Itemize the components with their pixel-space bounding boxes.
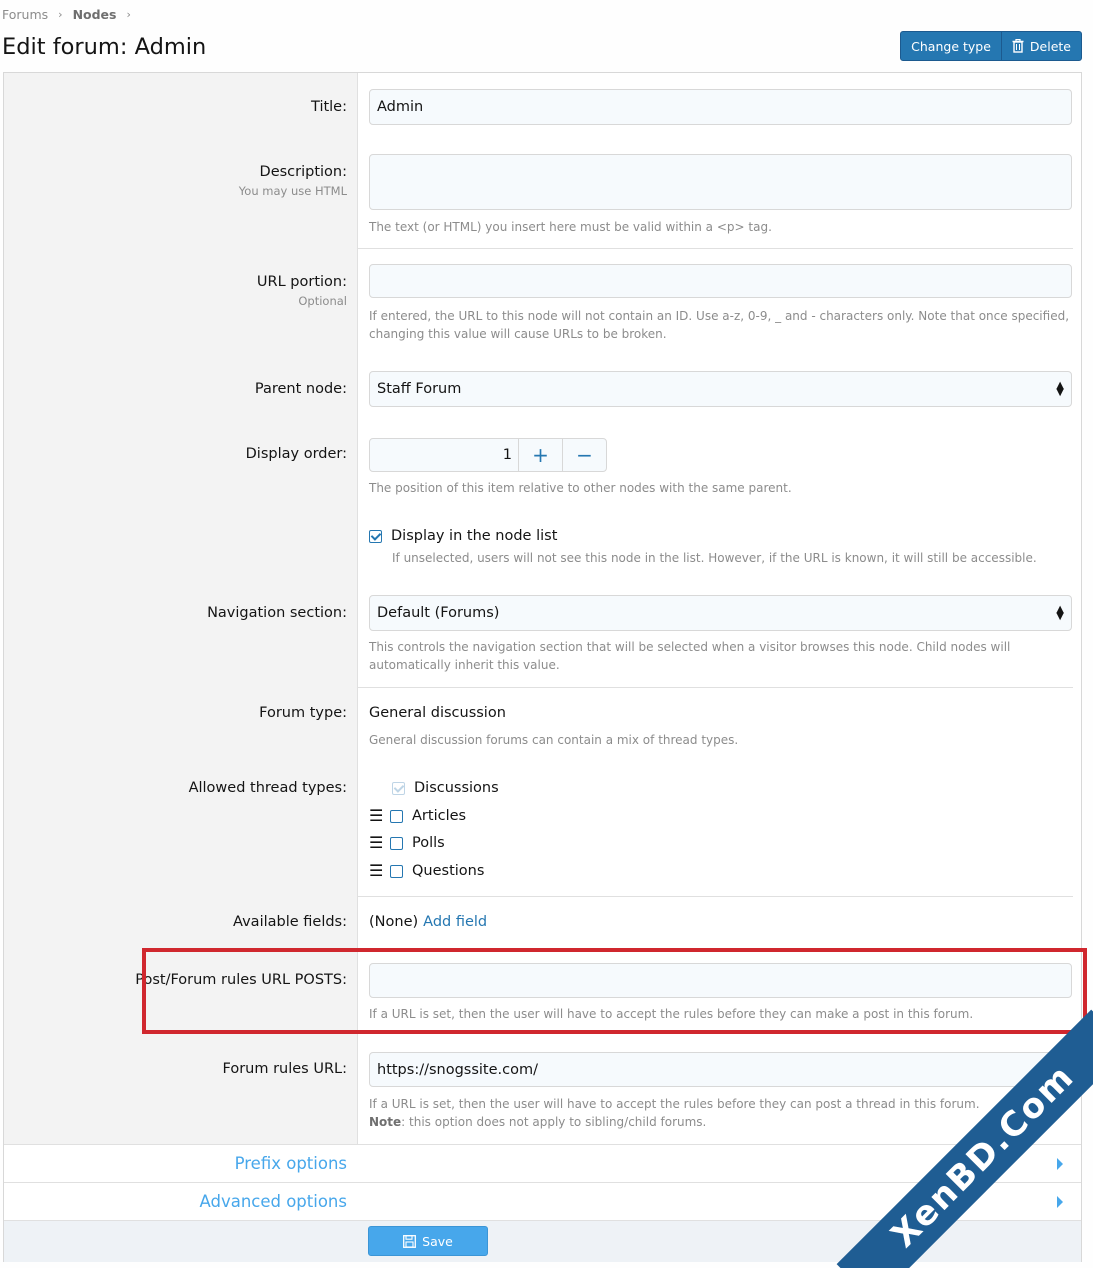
checkbox-icon <box>390 864 403 878</box>
forum-rules-input[interactable]: https://snogssite.com/ <box>369 1052 1072 1087</box>
post-rules-label: Post/Forum rules URL POSTS: <box>135 972 347 988</box>
checkbox-disabled-icon <box>392 781 405 795</box>
navigation-explain: This controls the navigation section tha… <box>369 640 1011 672</box>
prefix-options-label: Prefix options <box>234 1154 347 1173</box>
thread-type-polls[interactable]: ☰ Polls <box>369 835 445 852</box>
url-portion-explain: If entered, the URL to this node will no… <box>369 309 1070 341</box>
available-fields-value: (None) Add field <box>369 914 487 930</box>
display-order-stepper: 1 + − <box>369 438 607 472</box>
display-in-list-label: Display in the node list <box>391 528 558 544</box>
delete-label: Delete <box>1029 38 1071 54</box>
caret-right-icon <box>1057 1196 1063 1208</box>
parent-node-value: Staff Forum <box>377 381 462 397</box>
caret-right-icon <box>1057 1158 1063 1170</box>
checkbox-checked-icon <box>369 529 382 543</box>
navigation-value: Default (Forums) <box>377 605 500 621</box>
thread-type-label: Articles <box>412 808 467 824</box>
prefix-options-toggle[interactable]: Prefix options <box>4 1144 1081 1182</box>
drag-handle-icon[interactable]: ☰ <box>369 808 383 824</box>
available-fields-none: (None) <box>369 914 419 930</box>
divider <box>358 896 1073 897</box>
display-order-label: Display order: <box>245 446 347 462</box>
forum-rules-explain: If a URL is set, then the user will have… <box>369 1095 1074 1131</box>
parent-node-select[interactable]: Staff Forum ▲ ▼ <box>369 371 1072 407</box>
checkbox-icon <box>390 836 403 850</box>
thread-type-label: Polls <box>412 835 445 851</box>
forum-rules-label: Forum rules URL: <box>222 1061 348 1077</box>
title-value: Admin <box>377 99 424 115</box>
divider <box>358 687 1073 688</box>
change-type-label: Change type <box>911 38 991 54</box>
forum-type-explain: General discussion forums can contain a … <box>369 733 739 747</box>
trash-icon <box>1012 39 1024 53</box>
thread-type-questions[interactable]: ☰ Questions <box>369 863 485 880</box>
navigation-select[interactable]: Default (Forums) ▲ ▼ <box>369 595 1072 631</box>
breadcrumb-forums[interactable]: Forums <box>2 7 48 22</box>
display-order-input[interactable]: 1 <box>370 439 518 471</box>
parent-node-label: Parent node: <box>254 381 347 397</box>
thread-type-label: Discussions <box>414 780 499 796</box>
checkbox-icon <box>390 809 403 823</box>
add-field-link[interactable]: Add field <box>423 914 487 930</box>
increment-button[interactable]: + <box>518 439 562 471</box>
display-in-list-checkbox[interactable]: Display in the node list <box>369 528 557 544</box>
forum-rules-value: https://snogssite.com/ <box>377 1061 539 1078</box>
url-portion-label-text: URL portion: <box>256 274 347 290</box>
save-icon <box>403 1234 417 1248</box>
breadcrumb: Forums › Nodes › <box>2 7 141 22</box>
display-in-list-explain: If unselected, users will not see this n… <box>392 551 1037 565</box>
forum-rules-explain-text: If a URL is set, then the user will have… <box>369 1097 980 1111</box>
forum-type-value: General discussion <box>369 705 506 721</box>
description-explain: The text (or HTML) you insert here must … <box>369 220 772 234</box>
drag-handle-icon[interactable]: ☰ <box>369 835 383 851</box>
description-label: Description: You may use HTML <box>239 164 347 198</box>
breadcrumb-nodes[interactable]: Nodes <box>73 7 117 22</box>
action-buttons: Change type Delete <box>900 31 1082 61</box>
chevron-right-icon: › <box>126 8 131 21</box>
delete-button[interactable]: Delete <box>1000 32 1081 60</box>
select-arrows-icon: ▲ ▼ <box>1056 380 1064 398</box>
url-portion-hint: Optional <box>298 294 347 308</box>
drag-handle-icon[interactable]: ☰ <box>369 863 383 879</box>
page: Forums › Nodes › Edit forum: Admin Chang… <box>0 0 1093 1268</box>
forum-rules-note: : this option does not apply to sibling/… <box>401 1115 707 1129</box>
title-input[interactable]: Admin <box>369 89 1072 125</box>
title-label: Title: <box>311 99 347 115</box>
thread-types-label: Allowed thread types: <box>188 780 347 796</box>
change-type-button[interactable]: Change type <box>901 32 1001 60</box>
save-button[interactable]: Save <box>368 1226 488 1256</box>
url-portion-input[interactable] <box>369 264 1072 298</box>
edit-forum-form: Title: Admin Description: You may use HTM… <box>3 72 1082 1262</box>
post-rules-explain: If a URL is set, then the user will have… <box>369 1007 974 1021</box>
save-label: Save <box>422 1233 453 1249</box>
decrement-button[interactable]: − <box>562 439 606 471</box>
forum-type-label: Forum type: <box>259 705 347 721</box>
post-rules-input[interactable] <box>369 963 1072 998</box>
chevron-right-icon: › <box>58 8 63 21</box>
select-arrows-icon: ▲ ▼ <box>1056 604 1064 622</box>
thread-type-articles[interactable]: ☰ Articles <box>369 808 467 825</box>
navigation-label: Navigation section: <box>207 605 347 621</box>
description-hint: You may use HTML <box>238 184 347 198</box>
thread-type-label: Questions <box>412 863 485 879</box>
advanced-options-label: Advanced options <box>199 1192 347 1211</box>
url-portion-label: URL portion: Optional <box>257 274 347 308</box>
display-order-explain: The position of this item relative to ot… <box>369 481 792 495</box>
thread-type-discussions[interactable]: Discussions <box>392 780 499 796</box>
available-fields-label: Available fields: <box>233 914 347 930</box>
forum-rules-note-label: Note <box>369 1115 402 1129</box>
page-title: Edit forum: Admin <box>2 34 207 60</box>
description-textarea[interactable] <box>369 154 1072 210</box>
divider <box>358 248 1073 249</box>
description-label-text: Description: <box>259 164 347 180</box>
